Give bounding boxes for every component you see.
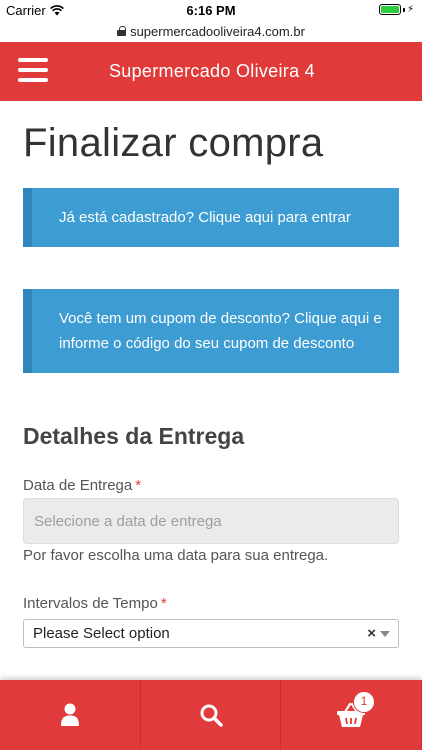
status-bar: Carrier 6:16 PM ⚡: [0, 0, 422, 20]
time-interval-selected-value: Please Select option: [33, 625, 170, 642]
delivery-date-label-text: Data de Entrega: [23, 477, 133, 494]
battery-icon: [378, 4, 401, 15]
search-icon: [200, 704, 223, 727]
clock: 6:16 PM: [186, 3, 236, 18]
checkout-content: Finalizar compra Já está cadastrado? Cli…: [0, 101, 422, 680]
app-header: Supermercado Oliveira 4: [0, 42, 422, 101]
required-mark: *: [160, 595, 167, 612]
page-title: Finalizar compra: [23, 121, 324, 165]
login-notice-text[interactable]: Já está cadastrado? Clique aqui para ent…: [59, 205, 351, 230]
coupon-notice-text[interactable]: Você tem um cupom de desconto? Clique aq…: [59, 306, 385, 356]
delivery-section-title: Detalhes da Entrega: [23, 423, 245, 449]
store-title[interactable]: Supermercado Oliveira 4: [0, 61, 422, 82]
lock-icon: [117, 26, 127, 36]
time-interval-label: Intervalos de Tempo *: [23, 595, 167, 612]
tab-cart[interactable]: [281, 680, 422, 750]
time-interval-label-text: Intervalos de Tempo: [23, 595, 158, 612]
url-text: supermercadooliveira4.com.br: [130, 23, 305, 39]
login-notice[interactable]: Já está cadastrado? Clique aqui para ent…: [23, 188, 399, 247]
tab-search[interactable]: [141, 680, 282, 750]
delivery-date-label: Data de Entrega *: [23, 477, 141, 494]
clear-selection-icon[interactable]: ×: [367, 625, 376, 642]
required-mark: *: [135, 477, 142, 494]
cart-count-badge: 1: [353, 691, 375, 713]
battery-indicator: ⚡: [378, 4, 414, 15]
dropdown-arrow-icon[interactable]: [380, 631, 390, 637]
bottom-tab-bar: 1: [0, 680, 422, 750]
user-icon: [60, 703, 79, 726]
address-bar[interactable]: supermercadooliveira4.com.br: [0, 20, 422, 42]
time-interval-select[interactable]: Please Select option ×: [23, 619, 399, 648]
coupon-notice[interactable]: Você tem um cupom de desconto? Clique aq…: [23, 289, 399, 373]
delivery-date-input[interactable]: [23, 498, 399, 544]
charging-icon: ⚡: [406, 4, 414, 15]
delivery-date-help: Por favor escolha uma data para sua entr…: [23, 547, 329, 564]
tab-account[interactable]: [0, 680, 141, 750]
